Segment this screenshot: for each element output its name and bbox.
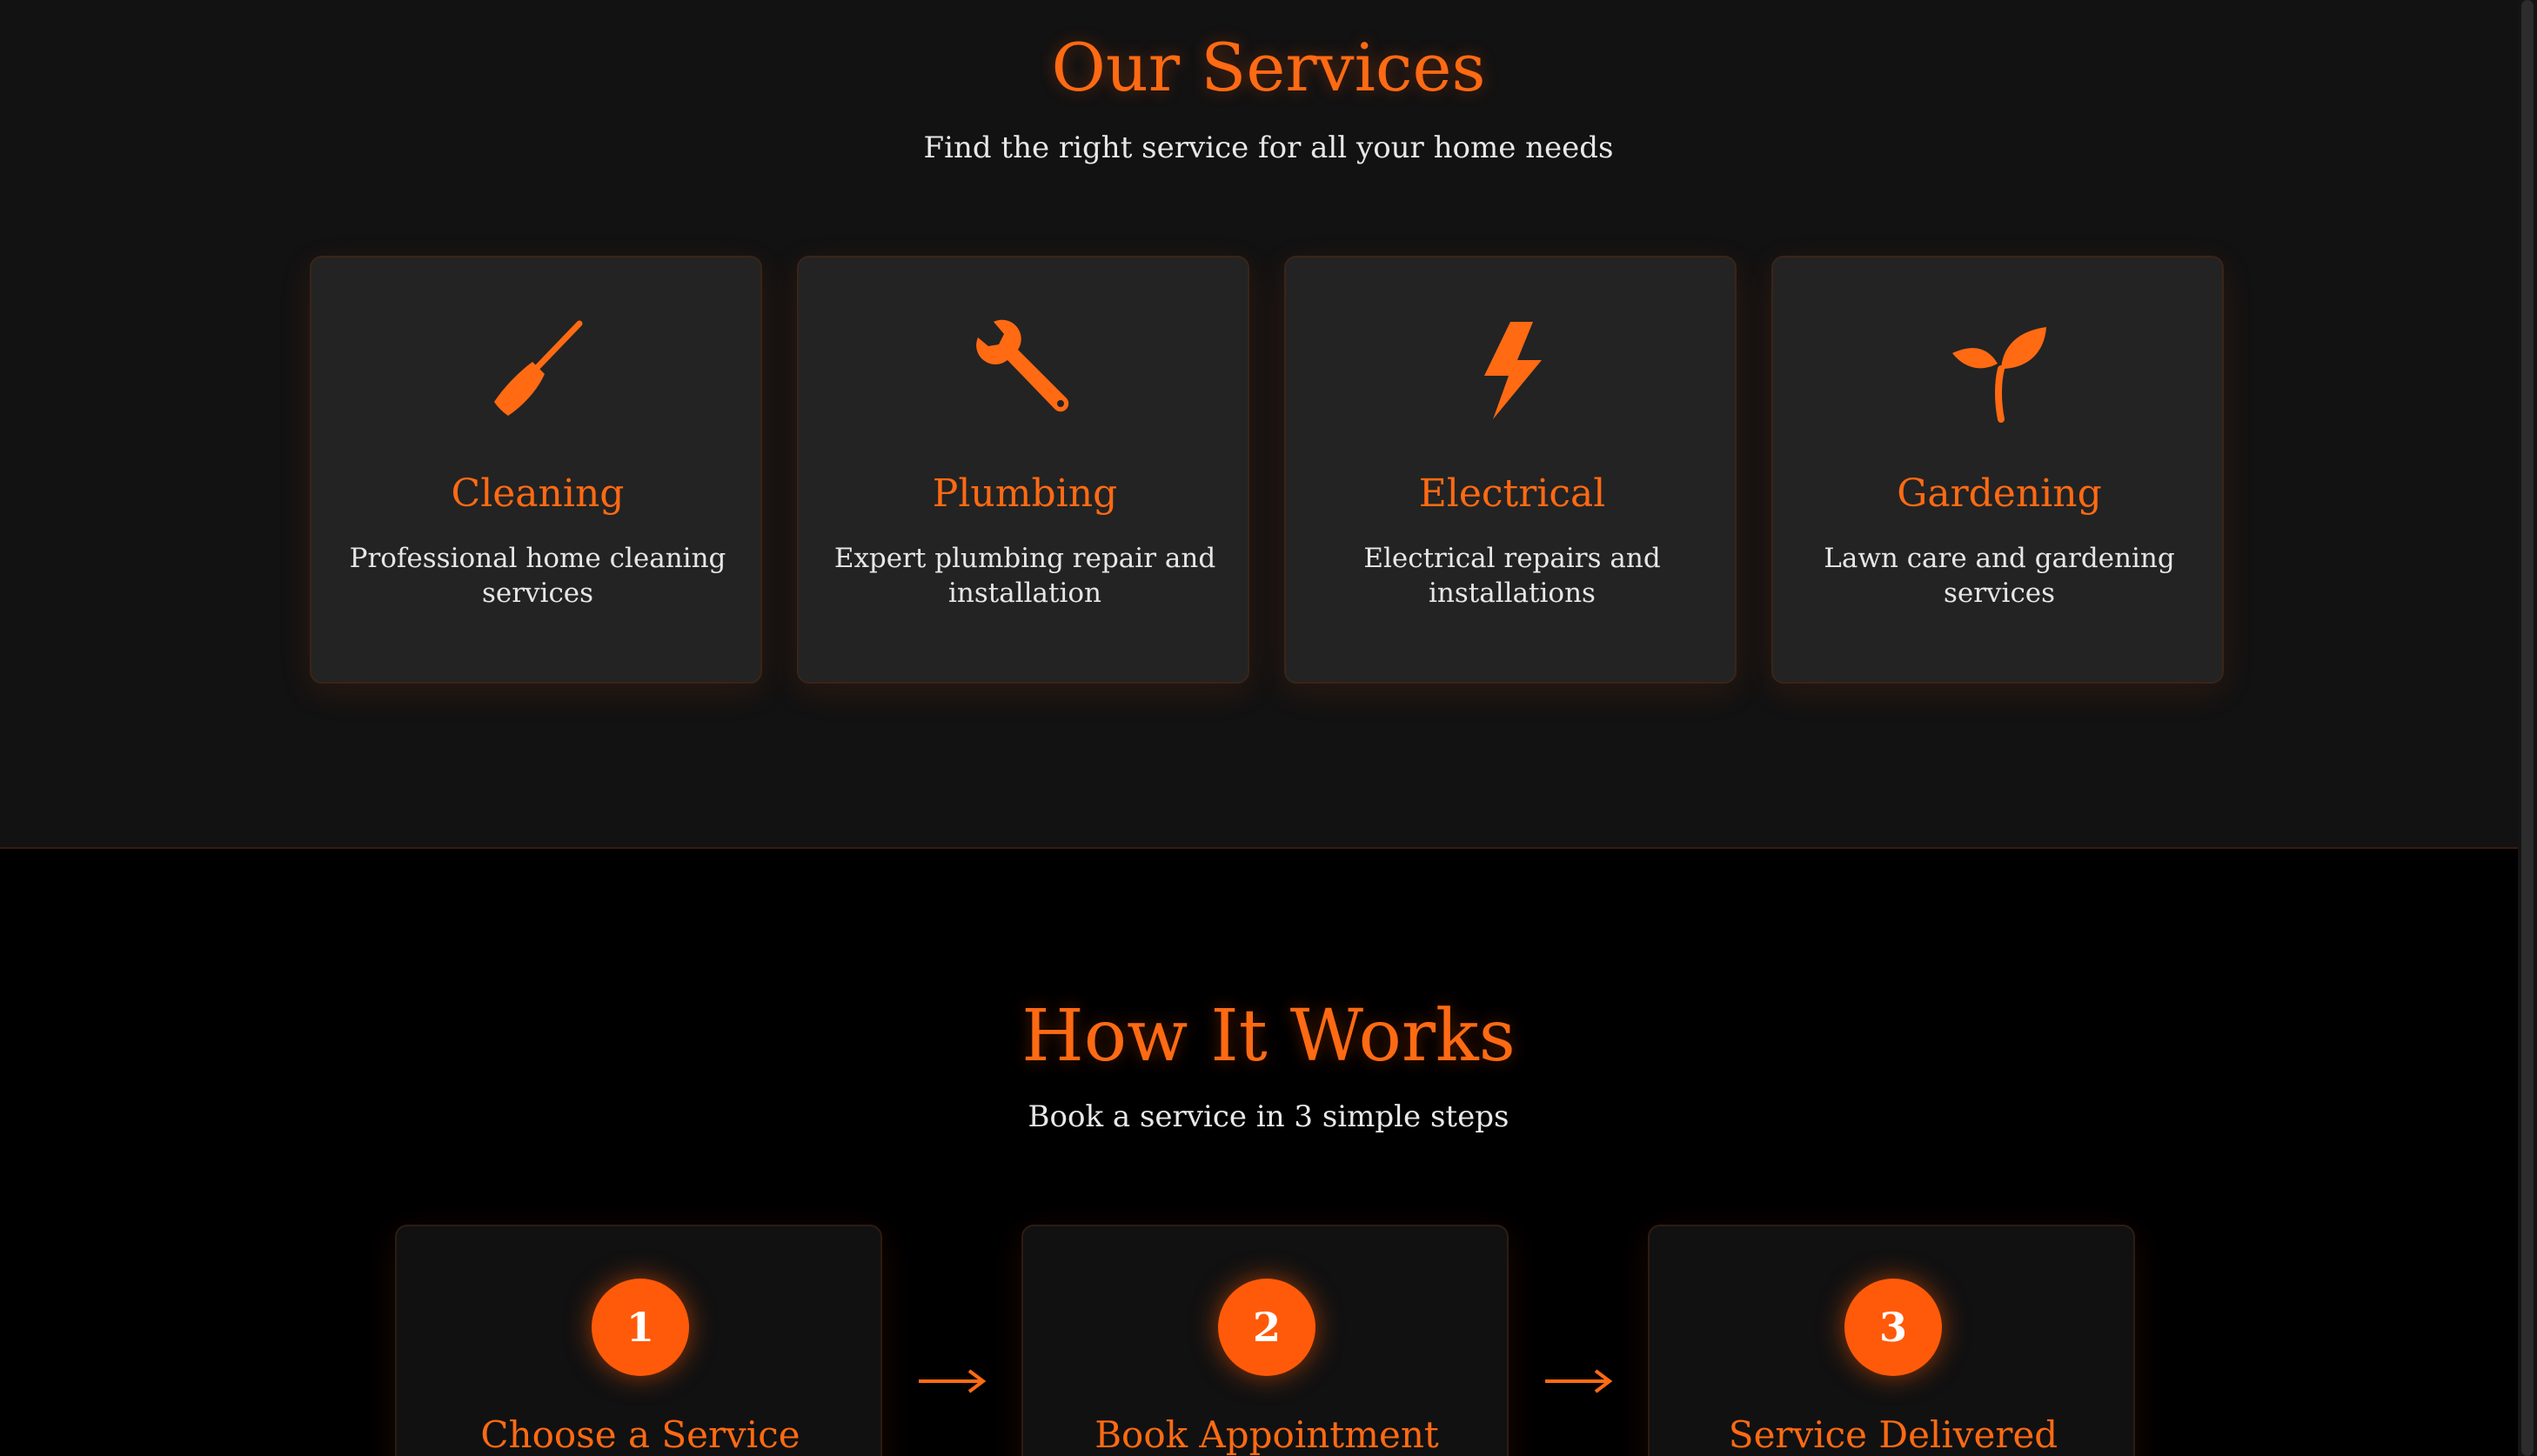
service-card-cleaning[interactable]: Cleaning Professional home cleaning serv… <box>310 256 762 684</box>
services-subtitle: Find the right service for all your home… <box>923 130 1614 165</box>
step-number-badge: 3 <box>1844 1279 1942 1376</box>
how-it-works-title: How It Works <box>1021 995 1516 1078</box>
service-card-electrical[interactable]: Electrical Electrical repairs and instal… <box>1284 256 1737 684</box>
step-title: Book Appointment <box>1094 1413 1439 1456</box>
service-description: Expert plumbing repair and installation <box>833 543 1216 609</box>
how-it-works-subtitle: Book a service in 3 simple steps <box>1028 1099 1509 1134</box>
service-card-plumbing[interactable]: Plumbing Expert plumbing repair and inst… <box>797 256 1249 684</box>
services-title: Our Services <box>1051 29 1486 106</box>
service-description: Professional home cleaning services <box>349 543 726 609</box>
step-card-1: 1 Choose a Service <box>395 1225 882 1456</box>
service-description: Lawn care and gardening services <box>1824 543 2175 609</box>
services-section: Our Services Find the right service for … <box>0 0 2537 849</box>
service-title: Plumbing <box>932 471 1118 516</box>
how-it-works-section: How It Works Book a service in 3 simple … <box>0 851 2537 1456</box>
step-title: Choose a Service <box>480 1413 800 1456</box>
page: Our Services Find the right service for … <box>0 0 2537 1456</box>
wrench-icon <box>973 318 1077 423</box>
lightning-icon <box>1460 318 1564 423</box>
step-number-badge: 2 <box>1218 1279 1315 1376</box>
broom-icon <box>485 318 590 423</box>
service-title: Cleaning <box>451 471 625 516</box>
step-title: Service Delivered <box>1728 1413 2058 1456</box>
step-number-badge: 1 <box>592 1279 689 1376</box>
service-title: Gardening <box>1897 471 2102 516</box>
service-card-gardening[interactable]: Gardening Lawn care and gardening servic… <box>1771 256 2224 684</box>
scrollbar-thumb[interactable] <box>2521 0 2534 1456</box>
step-card-3: 3 Service Delivered <box>1648 1225 2135 1456</box>
vertical-scrollbar[interactable] <box>2518 0 2537 1456</box>
service-description: Electrical repairs and installations <box>1363 543 1661 609</box>
arrow-right-icon <box>1543 1364 1613 1399</box>
arrow-right-icon <box>917 1364 987 1399</box>
sprout-icon <box>1947 318 2052 423</box>
service-title: Electrical <box>1418 471 1606 516</box>
step-card-2: 2 Book Appointment <box>1021 1225 1509 1456</box>
